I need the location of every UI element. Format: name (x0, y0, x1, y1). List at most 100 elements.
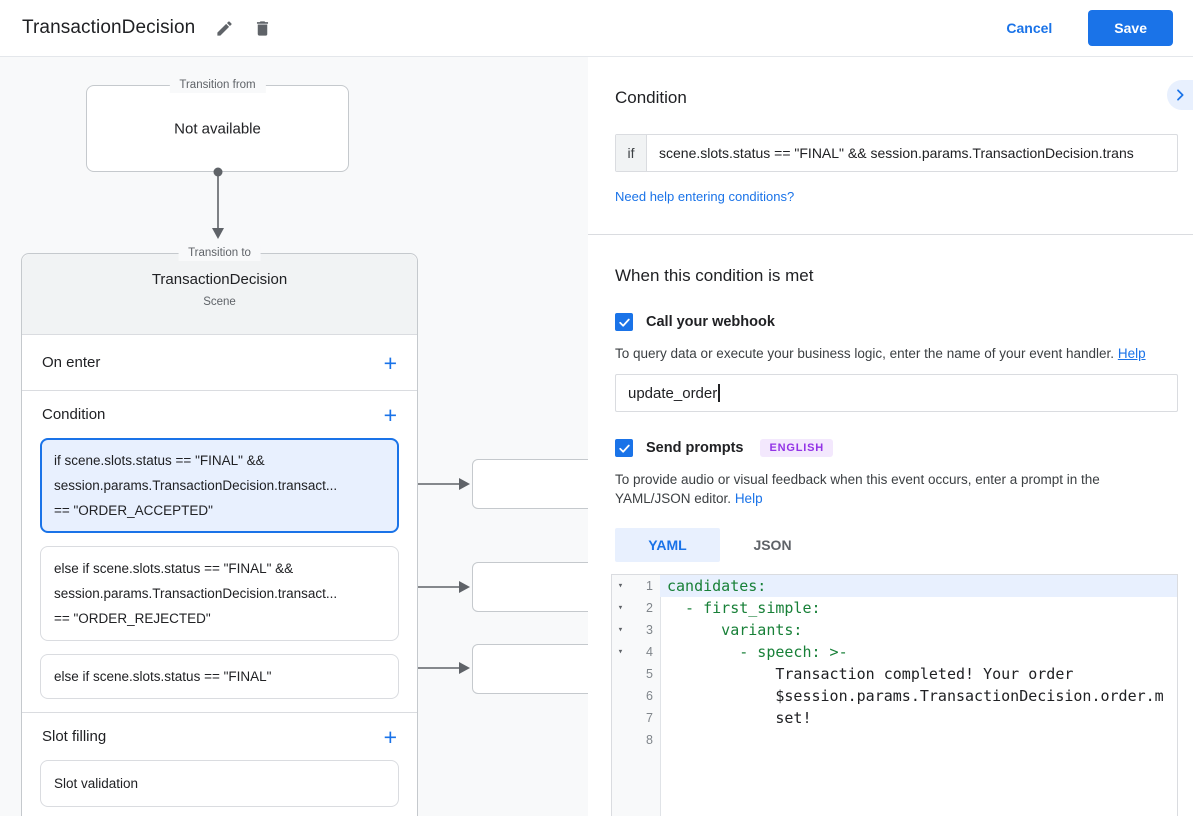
code-line[interactable]: 7 set! (612, 707, 1177, 729)
send-prompts-checkbox[interactable] (615, 439, 633, 457)
call-webhook-label: Call your webhook (646, 314, 775, 330)
edit-icon[interactable] (213, 17, 235, 39)
condition-expression-input[interactable]: scene.slots.status == "FINAL" && session… (647, 135, 1177, 171)
condition-card-text: == "ORDER_ACCEPTED" (54, 498, 385, 523)
trash-icon[interactable] (251, 17, 273, 39)
panel-divider (588, 234, 1193, 235)
send-prompts-label: Send prompts (646, 440, 743, 456)
add-condition-plus-icon[interactable]: + (384, 405, 397, 425)
transition-to-box: Transition to TransactionDecision Scene … (21, 253, 418, 816)
condition-card-list: if scene.slots.status == "FINAL" &&sessi… (40, 438, 399, 699)
line-number: 1 (629, 575, 660, 597)
editor-gutter: ▾2 (612, 597, 660, 619)
code-line[interactable]: 6 $session.params.TransactionDecision.or… (612, 685, 1177, 707)
page-title: TransactionDecision (22, 17, 195, 39)
prompts-description: To provide audio or visual feedback when… (615, 470, 1178, 508)
code-text (660, 729, 1177, 751)
webhook-description: To query data or execute your business l… (615, 344, 1178, 363)
condition-card-text: session.params.TransactionDecision.trans… (54, 581, 385, 606)
top-bar: TransactionDecision Cancel Save (0, 0, 1193, 57)
code-text: set! (660, 707, 1177, 729)
on-enter-row[interactable]: On enter + (22, 335, 417, 391)
triangle-down-icon[interactable]: ▾ (612, 641, 629, 663)
scene-card-header[interactable]: TransactionDecision Scene (22, 254, 417, 335)
editor-gutter: 8 (612, 729, 660, 751)
editor-format-tabs: YAMLJSON (615, 528, 1178, 562)
code-text: variants: (660, 619, 1177, 641)
editor-gutter: ▾4 (612, 641, 660, 663)
editor-gutter: ▾1 (612, 575, 660, 597)
condition-card[interactable]: if scene.slots.status == "FINAL" &&sessi… (40, 438, 399, 533)
condition-card-text: session.params.TransactionDecision.trans… (54, 473, 385, 498)
code-text: candidates: (660, 575, 1177, 597)
condition-card-text: else if scene.slots.status == "FINAL" && (54, 556, 385, 581)
triangle-down-icon[interactable]: ▾ (612, 597, 629, 619)
text-cursor (718, 384, 720, 402)
condition-section-label: Condition (42, 406, 105, 423)
conditions-help-link[interactable]: Need help entering conditions? (615, 189, 794, 204)
tab-json[interactable]: JSON (720, 528, 825, 562)
condition-card-text: if scene.slots.status == "FINAL" && (54, 448, 385, 473)
line-number: 7 (629, 707, 660, 729)
editor-gutter: 6 (612, 685, 660, 707)
editor-gutter: 7 (612, 707, 660, 729)
scene-name: TransactionDecision (22, 271, 417, 288)
yaml-code-editor[interactable]: ▾1candidates:▾2 - first_simple:▾3 varian… (611, 574, 1178, 816)
call-webhook-checkbox[interactable] (615, 313, 633, 331)
tab-yaml[interactable]: YAML (615, 528, 720, 562)
line-number: 2 (629, 597, 660, 619)
triangle-down-icon[interactable]: ▾ (612, 575, 629, 597)
transition-from-value: Not available (87, 120, 348, 137)
add-slot-plus-icon[interactable]: + (384, 727, 397, 747)
transition-from-label: Transition from (169, 78, 265, 93)
code-line[interactable]: ▾1candidates: (612, 575, 1177, 597)
transition-target-box[interactable] (472, 562, 588, 612)
add-on-enter-plus-icon[interactable]: + (384, 353, 397, 373)
transition-from-box: Transition from Not available (86, 85, 349, 172)
condition-card[interactable]: else if scene.slots.status == "FINAL" (40, 654, 399, 699)
collapse-panel-button[interactable] (1167, 80, 1193, 110)
slot-filling-section-label: Slot filling (42, 728, 106, 745)
condition-card[interactable]: else if scene.slots.status == "FINAL" &&… (40, 546, 399, 641)
prompts-help-link[interactable]: Help (735, 491, 763, 506)
condition-editor-panel: Condition if scene.slots.status == "FINA… (588, 57, 1193, 816)
scene-diagram-canvas: Transition from Not available Transition (0, 57, 588, 816)
line-number: 4 (629, 641, 660, 663)
line-number: 3 (629, 619, 660, 641)
condition-card-text: == "ORDER_REJECTED" (54, 606, 385, 631)
webhook-help-link[interactable]: Help (1118, 346, 1146, 361)
transition-target-box[interactable] (472, 644, 588, 694)
checkmark-icon (618, 316, 631, 329)
code-line[interactable]: ▾2 - first_simple: (612, 597, 1177, 619)
code-text: $session.params.TransactionDecision.orde… (660, 685, 1177, 707)
panel-title: Condition (615, 88, 1178, 108)
line-number: 6 (629, 685, 660, 707)
webhook-handler-input[interactable]: update_order (615, 374, 1178, 412)
code-line[interactable]: ▾3 variants: (612, 619, 1177, 641)
code-line[interactable]: 8 (612, 729, 1177, 751)
line-number: 8 (629, 729, 660, 751)
on-enter-label: On enter (42, 354, 100, 371)
condition-card-text: else if scene.slots.status == "FINAL" (54, 664, 385, 689)
editor-gutter: 5 (612, 663, 660, 685)
scene-type: Scene (22, 296, 417, 308)
line-number: 5 (629, 663, 660, 685)
save-button[interactable]: Save (1088, 10, 1173, 46)
code-text: - first_simple: (660, 597, 1177, 619)
code-line[interactable]: ▾4 - speech: >- (612, 641, 1177, 663)
condition-expression-field: if scene.slots.status == "FINAL" && sess… (615, 134, 1178, 172)
slot-validation-card[interactable]: Slot validation (40, 760, 399, 807)
cancel-button[interactable]: Cancel (1006, 20, 1052, 36)
condition-section: Condition + if scene.slots.status == "FI… (22, 391, 417, 807)
code-text: - speech: >- (660, 641, 1177, 663)
language-badge: ENGLISH (760, 439, 833, 457)
triangle-down-icon[interactable]: ▾ (612, 619, 629, 641)
checkmark-icon (618, 442, 631, 455)
code-line[interactable]: 5 Transaction completed! Your order (612, 663, 1177, 685)
when-condition-met-title: When this condition is met (615, 266, 1178, 286)
code-text: Transaction completed! Your order (660, 663, 1177, 685)
transition-to-label: Transition to (178, 246, 261, 261)
transition-target-box[interactable] (472, 459, 588, 509)
editor-gutter: ▾3 (612, 619, 660, 641)
slot-card-list: Slot validation (40, 760, 399, 807)
